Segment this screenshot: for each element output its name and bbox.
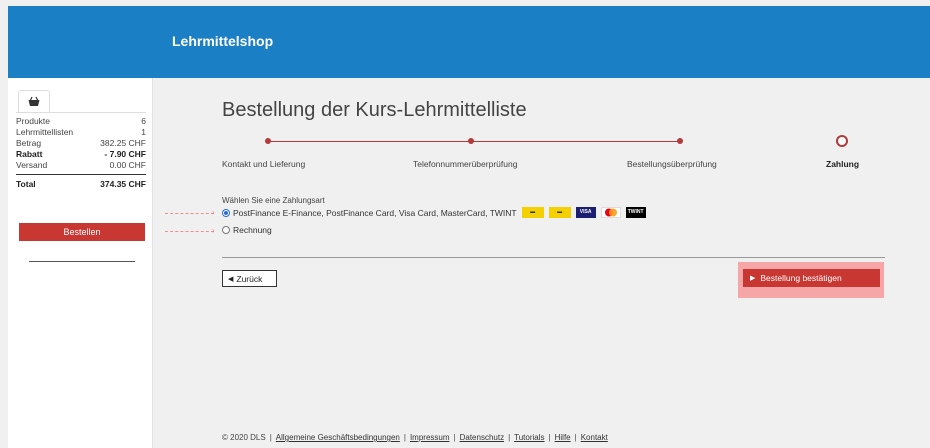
postfinance-efinance-logo: ▬ — [521, 207, 544, 218]
cart-sidebar: Produkte 6 Lehrmittellisten 1 Betrag 382.25… — [8, 78, 153, 448]
summary-row-total: Total 374.35 CHF — [16, 174, 146, 189]
step-dot-review — [677, 138, 683, 144]
postfinance-card-logo: ▬ — [548, 207, 571, 218]
sidebar-divider — [29, 261, 135, 262]
basket-icon — [28, 96, 40, 106]
footer: © 2020 DLS | Allgemeine Geschäftsbedingung… — [222, 433, 608, 442]
step-dot-contact — [265, 138, 271, 144]
cart-tab[interactable] — [18, 90, 50, 112]
footer-link-agb[interactable]: Allgemeine Geschäftsbedingungen — [276, 433, 400, 442]
payment-option-online-label: PostFinance E-Finance, PostFinance Card,… — [233, 207, 517, 218]
page-title: Bestellung der Kurs-Lehrmittelliste — [222, 99, 527, 121]
step-label-contact: Kontakt und Lieferung — [222, 159, 306, 169]
summary-row-discount: Rabatt - 7.90 CHF — [16, 149, 146, 159]
payment-method-title: Wählen Sie eine Zahlungsart — [222, 196, 325, 205]
content-separator — [222, 257, 885, 258]
summary-row-amount: Betrag 382.25 CHF — [16, 138, 146, 148]
payment-option-invoice[interactable]: Rechnung — [222, 225, 272, 235]
summary-row-shipping: Versand 0.00 CHF — [16, 160, 146, 170]
step-label-phone: Telefonnummerüberprüfung — [413, 159, 518, 169]
order-button[interactable]: Bestellen — [19, 223, 145, 241]
confirm-order-button[interactable]: ▶ Bestellung bestätigen — [743, 269, 880, 287]
footer-link-hilfe[interactable]: Hilfe — [555, 433, 571, 442]
cart-summary: Produkte 6 Lehrmittellisten 1 Betrag 382.25… — [16, 112, 146, 189]
back-button-label: Zurück — [236, 273, 263, 284]
guide-arrow-head-2: › — [212, 226, 215, 235]
radio-online-checked[interactable] — [222, 208, 230, 217]
radio-invoice[interactable] — [222, 226, 230, 234]
guide-arrow-line-1 — [165, 213, 214, 214]
summary-row-lists: Lehrmittellisten 1 — [16, 127, 146, 137]
guide-arrow-head-1: › — [212, 208, 215, 217]
step-dot-payment-current — [836, 135, 848, 147]
footer-link-impressum[interactable]: Impressum — [410, 433, 450, 442]
total-label: Total — [16, 179, 36, 189]
site-title[interactable]: Lehrmittelshop — [172, 33, 273, 49]
total-value: 374.35 CHF — [100, 179, 146, 189]
mastercard-logo — [600, 207, 621, 218]
visa-logo: VISA — [575, 207, 596, 218]
footer-link-tutorials[interactable]: Tutorials — [514, 433, 544, 442]
guide-arrow-line-2 — [165, 231, 214, 232]
footer-link-kontakt[interactable]: Kontakt — [581, 433, 608, 442]
chevron-right-icon: ▶ — [750, 275, 756, 282]
back-button[interactable]: ◀ Zurück — [222, 270, 277, 287]
footer-copyright: © 2020 DLS — [222, 433, 266, 442]
step-dot-phone — [468, 138, 474, 144]
confirm-button-label: Bestellung bestätigen — [760, 273, 842, 283]
payment-option-online[interactable]: PostFinance E-Finance, PostFinance Card,… — [222, 207, 646, 218]
step-label-payment: Zahlung — [826, 159, 860, 169]
twint-logo: TWINT — [625, 207, 646, 218]
progress-line — [268, 141, 680, 142]
step-label-review: Bestellungsüberprüfung — [627, 159, 717, 169]
summary-row-products: Produkte 6 — [16, 116, 146, 126]
chevron-left-icon: ◀ — [228, 275, 234, 283]
top-header: Lehrmittelshop — [8, 6, 930, 78]
payment-option-invoice-label: Rechnung — [233, 225, 272, 235]
footer-link-datenschutz[interactable]: Datenschutz — [460, 433, 504, 442]
